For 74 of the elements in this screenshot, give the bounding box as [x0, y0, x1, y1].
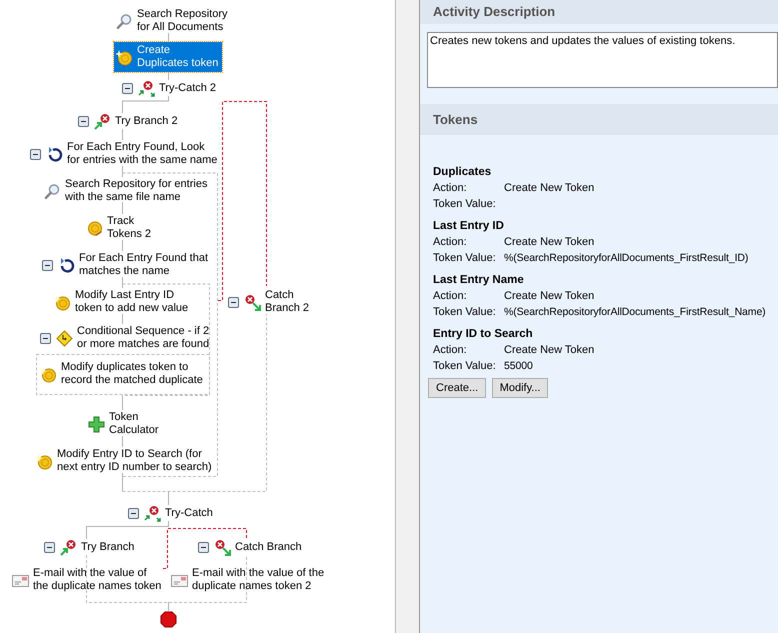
- activity-node[interactable]: Modify Last Entry ID token to add new value: [73, 288, 190, 316]
- token-name: Duplicates: [433, 165, 492, 180]
- activity-node[interactable]: Try Branch 2: [113, 114, 180, 129]
- connector-line: [122, 96, 169, 114]
- activity-node[interactable]: Try Branch: [79, 540, 136, 555]
- push-button[interactable]: Create...: [428, 378, 486, 398]
- activity-node[interactable]: Track Tokens 2: [105, 214, 154, 242]
- section-header: Activity Description: [420, 0, 778, 24]
- field-value: Create New Token: [504, 343, 594, 358]
- field-label: Token Value:: [433, 197, 497, 212]
- error-arrow-icon: [244, 294, 261, 310]
- field-value: Create New Token: [504, 235, 594, 250]
- loop-icon: [46, 146, 63, 162]
- field-label: Action:: [433, 343, 468, 358]
- error-arrow-icon: [214, 539, 231, 556]
- activity-node[interactable]: Try-Catch: [163, 506, 215, 521]
- field-value: 55000: [504, 359, 533, 374]
- field-label: Token Value:: [433, 359, 497, 374]
- field-label: Action:: [433, 235, 468, 250]
- connector-line: [168, 602, 169, 612]
- activity-node[interactable]: Catch Branch: [233, 540, 304, 555]
- connector-line: [168, 32, 169, 80]
- magnifier-icon: [44, 182, 61, 200]
- field-label: Token Value:: [433, 305, 497, 320]
- activity-node[interactable]: Conditional Sequence - if 2 or more matches are found: [75, 324, 212, 352]
- activity-node[interactable]: Search Repository for All Documents: [135, 7, 230, 35]
- error-arrow-icon: [94, 113, 111, 130]
- field-value: %(SearchRepositoryforAllDocuments_FirstResult_Name): [504, 305, 766, 320]
- plus-icon: [88, 416, 105, 432]
- coin-icon: [40, 366, 57, 382]
- error-arrows-icon: [138, 80, 155, 97]
- magnifier-icon: [116, 12, 133, 30]
- loop-icon: [58, 256, 75, 274]
- activity-node[interactable]: Modify duplicates token to record the matched duplicate: [59, 360, 205, 388]
- activity-node[interactable]: For Each Entry Found, Look for entries with the same name: [65, 140, 220, 168]
- collapse-icon[interactable]: [128, 508, 139, 519]
- activity-node[interactable]: E-mail with the value of the duplicate names token 2: [190, 566, 326, 594]
- collapse-icon[interactable]: [122, 83, 133, 94]
- token-name: Last Entry Name: [433, 273, 525, 288]
- section-header: Tokens: [420, 104, 778, 135]
- collapse-icon[interactable]: [42, 260, 53, 270]
- field-value: %(SearchRepositoryforAllDocuments_FirstResult_ID): [504, 251, 748, 266]
- connector-line: [122, 128, 123, 178]
- diamond-icon: [56, 330, 73, 346]
- collapse-icon[interactable]: [44, 542, 55, 553]
- token-name: Entry ID to Search: [433, 327, 534, 342]
- activity-node[interactable]: Search Repository for entries with the same file name: [63, 177, 210, 205]
- field-label: Action:: [433, 289, 468, 304]
- activity-node[interactable]: For Each Entry Found that matches the name: [77, 251, 210, 279]
- collapse-icon[interactable]: [40, 332, 51, 344]
- collapse-icon[interactable]: [198, 542, 209, 553]
- activity-node[interactable]: E-mail with the value of the duplicate names token: [31, 566, 164, 594]
- collapse-icon[interactable]: [30, 148, 41, 160]
- coin-icon: [54, 294, 71, 310]
- activity-node[interactable]: Try-Catch 2: [157, 81, 218, 96]
- push-button[interactable]: Modify...: [492, 378, 548, 398]
- activity-node[interactable]: Modify Entry ID to Search (for next entry ID number to search): [55, 447, 214, 475]
- activity-node[interactable]: Token Calculator: [107, 410, 161, 438]
- error-arrows-icon: [144, 505, 161, 522]
- selected-activity-node[interactable]: Create Duplicates token: [114, 42, 222, 72]
- field-label: Action:: [433, 181, 468, 196]
- coin-icon: [116, 48, 133, 66]
- field-value: Create New Token: [504, 289, 594, 304]
- activity-node[interactable]: Catch Branch 2: [263, 288, 312, 316]
- token-name: Last Entry ID: [433, 219, 505, 234]
- error-arrow-icon: [60, 539, 77, 556]
- coin-icon: [86, 220, 103, 236]
- connector-line: [122, 314, 123, 324]
- collapse-icon[interactable]: [228, 296, 239, 308]
- field-value: Create New Token: [504, 181, 594, 196]
- field-label: Token Value:: [433, 251, 497, 266]
- coin-icon: [36, 452, 53, 470]
- description-field[interactable]: Creates new tokens and updates the values of existing tokens.: [427, 32, 778, 88]
- collapse-icon[interactable]: [78, 116, 89, 127]
